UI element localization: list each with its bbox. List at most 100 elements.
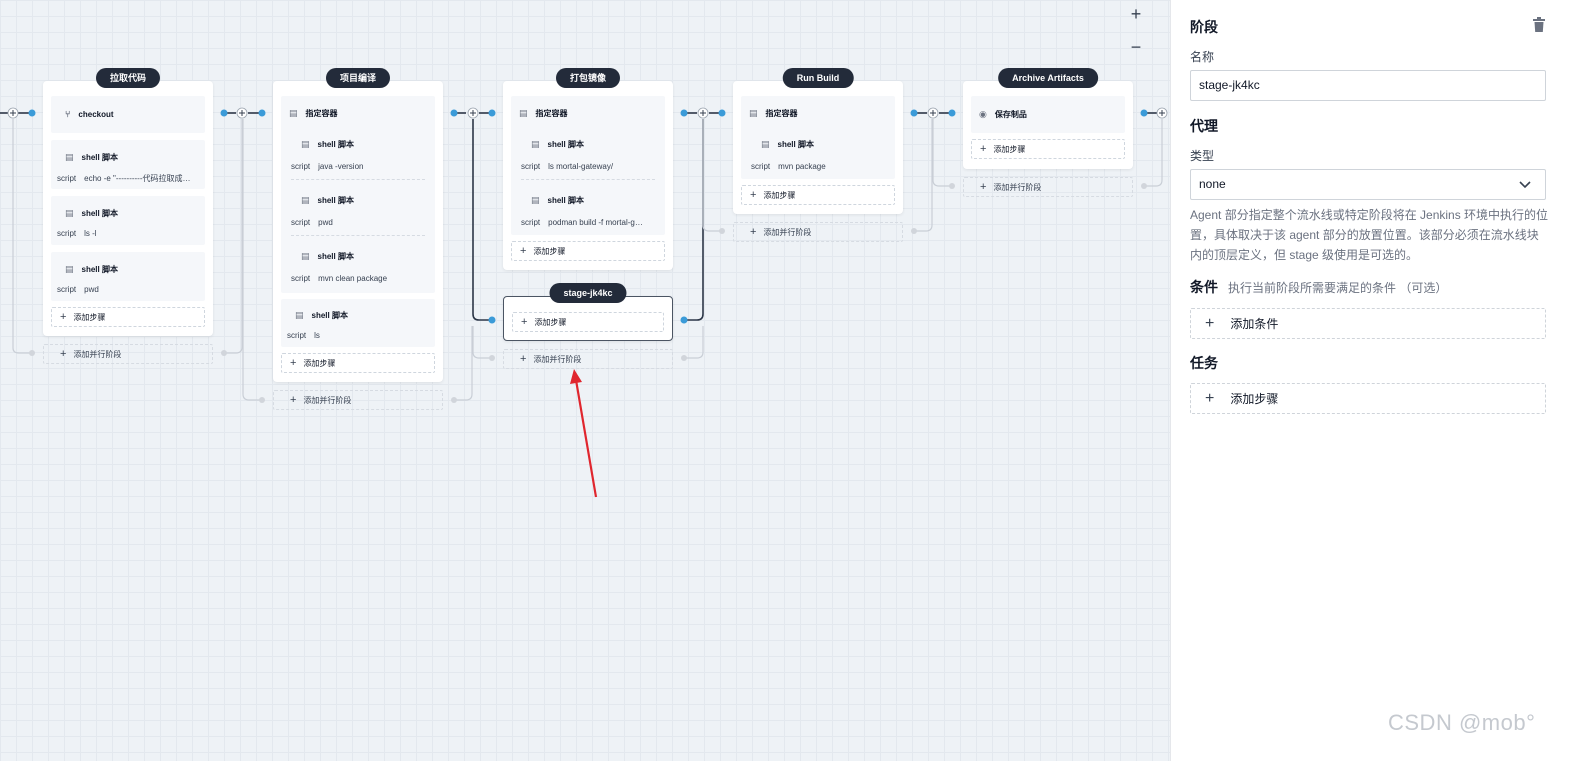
stage-title[interactable]: stage-jk4kc [549, 283, 627, 303]
nested-step-shell[interactable]: ▤ shell 脚本 script java -version [291, 130, 425, 180]
stage-card-run-build[interactable]: ▤ 指定容器 ▤ shell 脚本 script mvn package + 添加步骤 [733, 81, 903, 214]
add-step-label: 添加步骤 [534, 317, 567, 327]
pipeline-canvas[interactable]: ⑂ checkout ▤ shell 脚本 script echo -e "-----… [0, 0, 1170, 761]
add-parallel-stage-button[interactable]: + 添加并行阶段 [43, 344, 213, 364]
terminal-icon: ▤ [295, 310, 304, 320]
plus-icon: + [1205, 389, 1215, 407]
add-step-button[interactable]: + 添加步骤 [511, 241, 665, 261]
step-container[interactable]: ▤ 指定容器 ▤ shell 脚本 script mvn package [741, 96, 895, 179]
step-label: shell 脚本 [777, 140, 814, 149]
script-key: script [521, 218, 541, 227]
add-step-label: 添加步骤 [303, 358, 336, 368]
type-label: 类型 [1190, 149, 1215, 163]
step-shell[interactable]: ▤ shell 脚本 script ls -l [51, 196, 205, 245]
step-container[interactable]: ▤ 指定容器 ▤ shell 脚本 script java -version ▤ she… [281, 96, 435, 293]
terminal-icon: ▤ [761, 139, 770, 149]
add-step-button[interactable]: + 添加步骤 [281, 353, 435, 373]
archive-icon: ◉ [979, 109, 987, 119]
nested-step-shell[interactable]: ▤ shell 脚本 script mvn clean package [291, 242, 425, 292]
panel-scrollbar[interactable] [1568, 0, 1586, 761]
script-key: script [751, 162, 771, 171]
step-label: shell 脚本 [311, 311, 348, 320]
script-value: ls -l [84, 229, 97, 238]
script-key: script [287, 331, 307, 340]
stage-title[interactable]: 项目编译 [325, 68, 391, 88]
zoom-in-button[interactable]: + [1127, 5, 1145, 23]
nested-step-shell[interactable]: ▤ shell 脚本 script podman build -f mortal-g… [521, 186, 655, 236]
plus-icon: + [750, 189, 757, 201]
script-value: ls [314, 331, 320, 340]
terminal-icon: ▤ [65, 264, 74, 274]
add-parallel-label: 添加并行阶段 [303, 395, 352, 405]
step-label: shell 脚本 [81, 265, 118, 274]
add-task-step-button[interactable]: + 添加步骤 [1190, 383, 1546, 414]
add-parallel-stage-button[interactable]: + 添加并行阶段 [963, 177, 1133, 197]
plus-icon: + [521, 316, 528, 328]
add-step-button[interactable]: + 添加步骤 [741, 185, 895, 205]
add-step-button[interactable]: + 添加步骤 [971, 139, 1125, 159]
terminal-icon: ▤ [65, 152, 74, 162]
agent-type-select[interactable]: none [1190, 169, 1546, 200]
stage-card-archive-artifacts[interactable]: ◉ 保存制品 + 添加步骤 [963, 81, 1133, 169]
plus-icon: + [750, 226, 757, 238]
add-step-label: 添加步骤 [73, 312, 106, 322]
nested-step-shell[interactable]: ▤ shell 脚本 script ls mortal-gateway/ [521, 130, 655, 180]
plus-icon: + [980, 143, 987, 155]
terminal-icon: ▤ [531, 139, 540, 149]
agent-heading: 代理 [1190, 118, 1218, 134]
step-checkout[interactable]: ⑂ checkout [51, 96, 205, 133]
script-value: ls mortal-gateway/ [548, 162, 614, 171]
plus-icon: + [290, 394, 297, 406]
script-value: mvn clean package [318, 274, 388, 283]
stage-card-compile[interactable]: ▤ 指定容器 ▤ shell 脚本 script java -version ▤ she… [273, 81, 443, 382]
script-key: script [57, 285, 77, 294]
plus-icon: + [290, 357, 297, 369]
add-step-button[interactable]: + 添加步骤 [512, 312, 664, 332]
agent-type-value: none [1199, 177, 1226, 191]
nested-step-shell[interactable]: ▤ shell 脚本 script mvn package [751, 130, 885, 180]
script-value: java -version [318, 162, 364, 171]
plus-icon: + [60, 348, 67, 360]
step-container[interactable]: ▤ 指定容器 ▤ shell 脚本 script ls mortal-gateway/… [511, 96, 665, 235]
zoom-out-button[interactable]: − [1127, 38, 1145, 56]
step-label: shell 脚本 [317, 196, 354, 205]
trash-icon [1533, 17, 1545, 32]
step-label: shell 脚本 [317, 252, 354, 261]
stage-name-input[interactable]: stage-jk4kc [1190, 70, 1546, 101]
step-shell[interactable]: ▤ shell 脚本 script ls [281, 299, 435, 347]
step-archive[interactable]: ◉ 保存制品 [971, 96, 1125, 133]
add-parallel-label: 添加并行阶段 [763, 227, 812, 237]
add-step-label: 添加步骤 [533, 246, 566, 256]
name-label: 名称 [1190, 50, 1215, 64]
step-shell[interactable]: ▤ shell 脚本 script pwd [51, 252, 205, 301]
stage-card-package-image[interactable]: ▤ 指定容器 ▤ shell 脚本 script ls mortal-gateway/… [503, 81, 673, 270]
plus-icon: + [980, 181, 987, 193]
step-label: checkout [78, 109, 114, 119]
stage-card-checkout[interactable]: ⑂ checkout ▤ shell 脚本 script echo -e "-----… [43, 81, 213, 336]
add-step-label: 添加步骤 [763, 190, 796, 200]
add-condition-label: 添加条件 [1230, 317, 1279, 331]
terminal-icon: ▤ [301, 195, 310, 205]
conditions-row: 条件 执行当前阶段所需要满足的条件 （可选） [1190, 277, 1447, 298]
stage-title[interactable]: Archive Artifacts [998, 68, 1098, 88]
stage-title[interactable]: Run Build [782, 68, 854, 88]
step-label: 保存制品 [994, 110, 1027, 119]
add-parallel-stage-button[interactable]: + 添加并行阶段 [733, 222, 903, 242]
script-key: script [57, 229, 77, 238]
nested-step-shell[interactable]: ▤ shell 脚本 script pwd [291, 186, 425, 236]
conditions-hint: 执行当前阶段所需要满足的条件 （可选） [1228, 281, 1448, 295]
delete-stage-button[interactable] [1532, 17, 1546, 33]
add-parallel-label: 添加并行阶段 [73, 349, 122, 359]
container-icon: ▤ [749, 108, 758, 118]
tasks-heading: 任务 [1190, 355, 1218, 371]
add-parallel-stage-button[interactable]: + 添加并行阶段 [503, 349, 673, 369]
stage-title[interactable]: 打包镜像 [555, 68, 621, 88]
add-parallel-stage-button[interactable]: + 添加并行阶段 [273, 390, 443, 410]
annotation-arrow [570, 369, 598, 498]
step-shell[interactable]: ▤ shell 脚本 script echo -e "----------代码拉取成… [51, 140, 205, 189]
step-label: shell 脚本 [81, 209, 118, 218]
stage-title[interactable]: 拉取代码 [95, 68, 161, 88]
add-step-button[interactable]: + 添加步骤 [51, 307, 205, 327]
add-condition-button[interactable]: + 添加条件 [1190, 308, 1546, 339]
container-label: 指定容器 [305, 109, 338, 118]
